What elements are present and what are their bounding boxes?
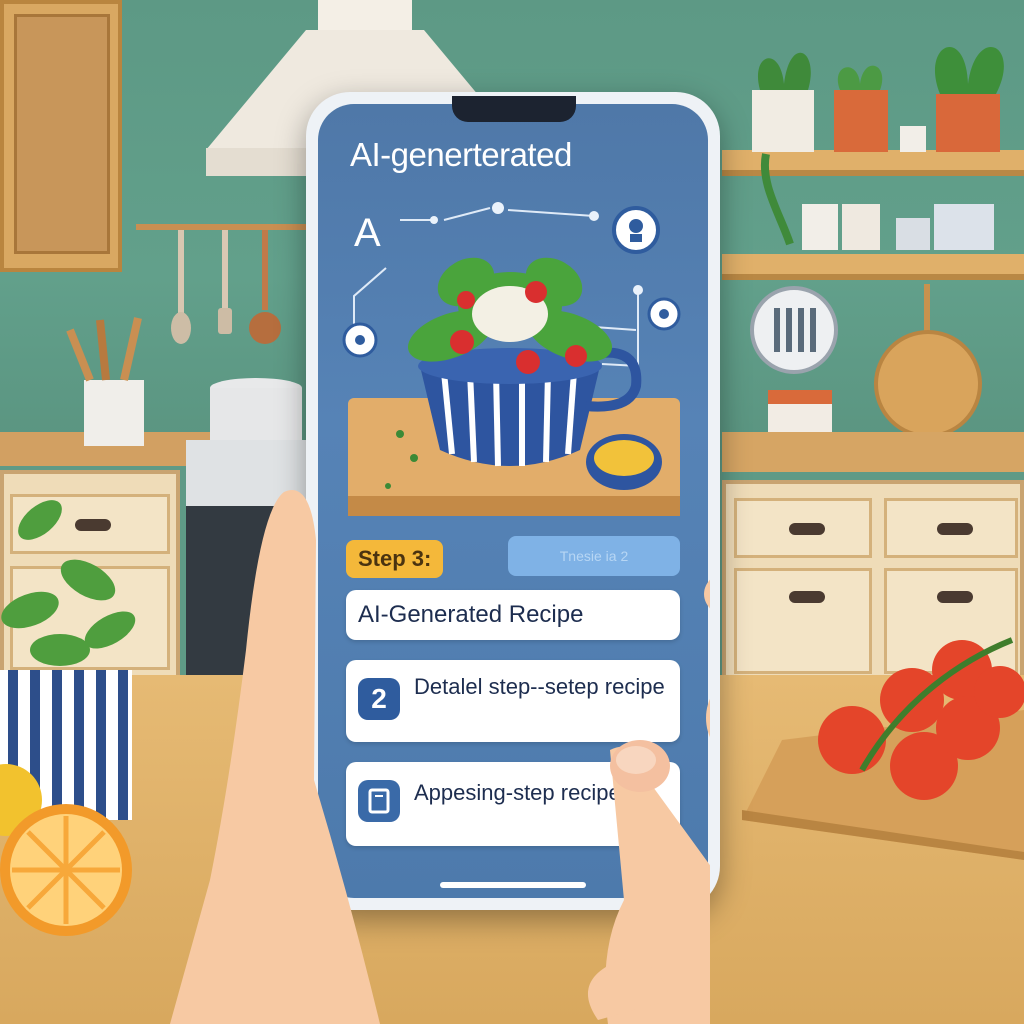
hands — [170, 490, 710, 1024]
lower-shelf — [722, 254, 1024, 280]
recipe-hero-image: A — [342, 202, 681, 516]
robot-face-icon — [612, 206, 660, 254]
app-title: AI-generterated — [350, 136, 572, 173]
svg-text:A: A — [354, 211, 381, 255]
plants-and-jars — [752, 46, 1004, 250]
ai-letter-icon: A — [354, 211, 381, 255]
wall-cabinet — [0, 0, 122, 272]
oranges — [0, 764, 132, 936]
utensil-holder-and-pot — [66, 317, 302, 446]
hanging-board-and-strainer — [750, 284, 982, 444]
phone-notch — [452, 96, 576, 122]
tomato-board — [742, 637, 1024, 860]
right-counter — [722, 432, 1024, 472]
